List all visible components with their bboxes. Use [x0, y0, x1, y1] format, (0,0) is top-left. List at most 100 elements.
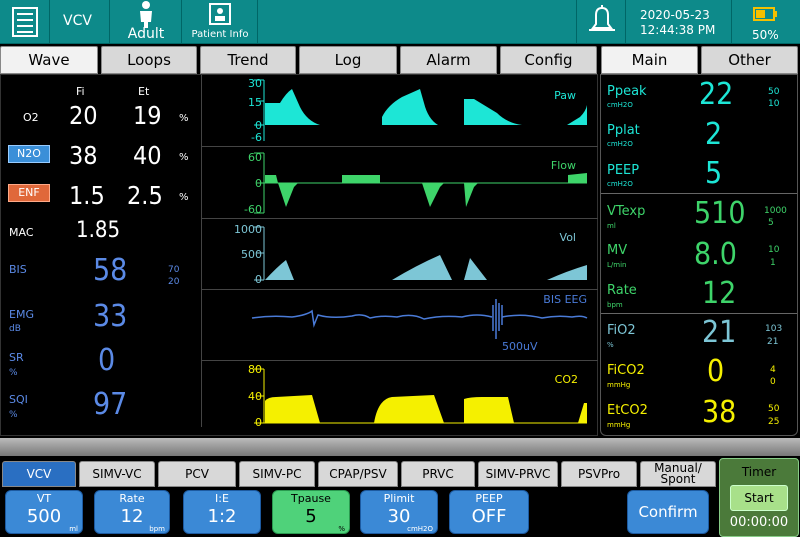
- rate-label: Rate: [607, 283, 637, 298]
- mv-value: 8.0: [694, 237, 737, 272]
- vtexp-value: 510: [694, 196, 746, 231]
- tab-trend[interactable]: Trend: [200, 46, 296, 74]
- pplat-unit: cmH2O: [607, 140, 633, 148]
- mv-label: MV: [607, 243, 628, 258]
- main-values-panel: Ppeak cmH2O 22 50 10 Pplat cmH2O 2 PEEP …: [600, 74, 798, 436]
- mode-tab-prvc[interactable]: PRVC: [401, 461, 475, 487]
- mode-tab-psvpro[interactable]: PSVPro: [561, 461, 637, 487]
- mv-high-limit: 10: [768, 245, 780, 255]
- patient-info-label: Patient Info: [191, 29, 249, 40]
- etco2-unit: mmHg: [607, 421, 631, 429]
- param-vt-unit: ml: [69, 525, 78, 533]
- flow-label: Flow: [551, 159, 576, 172]
- fio2-unit: %: [607, 341, 614, 349]
- flow-tick-neg60: -60: [244, 203, 262, 216]
- vtexp-label: VTexp: [607, 204, 646, 219]
- enf-et-value: 2.5: [127, 181, 163, 210]
- ppeak-low-limit: 10: [768, 99, 780, 109]
- timer-start-button[interactable]: Start: [730, 485, 788, 511]
- tab-loops[interactable]: Loops: [101, 46, 197, 74]
- n2o-unit: %: [179, 152, 189, 163]
- mode-tab-pcv[interactable]: PCV: [158, 461, 236, 487]
- mv-low-limit: 1: [770, 258, 776, 268]
- peep-value: 5: [705, 156, 723, 191]
- param-rate-value: 12: [120, 506, 144, 527]
- bis-value: 58: [93, 253, 128, 288]
- n2o-label: N2O: [8, 145, 50, 163]
- wave-panel: Fi Et O2 20 19 % N2O 38 40 % ENF 1.5 2.5…: [0, 74, 598, 436]
- menu-button[interactable]: [0, 0, 50, 44]
- bell-icon: [589, 5, 615, 31]
- timer-label: Timer: [741, 465, 777, 479]
- paw-label: Paw: [554, 89, 576, 102]
- tab-main[interactable]: Main: [601, 46, 698, 74]
- param-tpause[interactable]: Tpause 5 %: [272, 490, 350, 534]
- param-plimit-label: Plimit: [383, 492, 415, 505]
- ventilator-screen: VCV Adult Patient Info 2020-05-23 12:44:…: [0, 0, 800, 537]
- timer-value: 00:00:00: [729, 515, 789, 530]
- pplat-label: Pplat: [607, 123, 640, 138]
- alarm-bell-button[interactable]: [576, 0, 626, 44]
- et-header: Et: [138, 85, 150, 98]
- param-ie[interactable]: I:E 1:2: [183, 490, 261, 534]
- paw-tick-15: 15: [248, 96, 262, 109]
- confirm-button[interactable]: Confirm: [627, 490, 709, 534]
- fio2-low-limit: 21: [767, 337, 779, 347]
- emg-unit: dB: [9, 324, 21, 334]
- ppeak-label: Ppeak: [607, 84, 647, 99]
- time-text: 12:44:38 PM: [640, 23, 716, 37]
- top-bar: VCV Adult Patient Info 2020-05-23 12:44:…: [0, 0, 800, 44]
- mode-tab-cpap-psv[interactable]: CPAP/PSV: [318, 461, 398, 487]
- emg-label: EMG: [9, 308, 34, 321]
- mode-tab-simv-pc[interactable]: SIMV-PC: [239, 461, 315, 487]
- vtexp-low-limit: 5: [768, 218, 774, 228]
- mode-tab-manual-spont[interactable]: Manual/ Spont: [640, 461, 716, 487]
- etco2-low-limit: 25: [768, 417, 780, 427]
- tab-alarm[interactable]: Alarm: [400, 46, 497, 74]
- sqi-unit: %: [9, 410, 18, 420]
- ppeak-value: 22: [699, 77, 734, 112]
- ppeak-unit: cmH2O: [607, 101, 633, 109]
- param-tpause-unit: %: [338, 525, 345, 533]
- param-plimit-unit: cmH2O: [407, 525, 433, 533]
- param-plimit[interactable]: Plimit 30 cmH2O: [360, 490, 438, 534]
- mode-indicator[interactable]: VCV: [50, 0, 110, 44]
- param-vt[interactable]: VT 500 ml: [5, 490, 83, 534]
- param-plimit-value: 30: [387, 506, 411, 527]
- param-tpause-label: Tpause: [291, 492, 331, 505]
- mode-tab-vcv[interactable]: VCV: [2, 461, 76, 487]
- tab-log[interactable]: Log: [299, 46, 397, 74]
- mv-unit: L/min: [607, 261, 627, 269]
- panel-separator[interactable]: [0, 438, 800, 456]
- bis-eeg-scale: 500uV: [502, 340, 538, 353]
- paw-tick-30: 30: [248, 77, 262, 90]
- rate-value: 12: [702, 276, 737, 311]
- param-peep[interactable]: PEEP OFF: [449, 490, 529, 534]
- date-text: 2020-05-23: [640, 8, 710, 22]
- patient-info-button[interactable]: Patient Info: [182, 0, 258, 44]
- n2o-fi-value: 38: [69, 141, 98, 170]
- param-peep-value: OFF: [471, 506, 507, 527]
- param-rate-label: Rate: [119, 492, 145, 505]
- ppeak-high-limit: 50: [768, 87, 780, 97]
- param-tpause-value: 5: [305, 506, 317, 527]
- vtexp-high-limit: 1000: [764, 206, 787, 216]
- peep-label: PEEP: [607, 163, 640, 178]
- patient-type-button[interactable]: Adult: [110, 0, 182, 44]
- tab-other[interactable]: Other: [701, 46, 798, 74]
- vol-tick-1000: 1000: [234, 223, 262, 236]
- bis-label: BIS: [9, 263, 27, 276]
- vol-label: Vol: [560, 231, 576, 244]
- n2o-et-value: 40: [133, 141, 162, 170]
- fico2-label: FiCO2: [607, 363, 645, 378]
- tab-config[interactable]: Config: [500, 46, 597, 74]
- fio2-high-limit: 103: [765, 324, 783, 334]
- emg-value: 33: [93, 299, 128, 334]
- param-rate[interactable]: Rate 12 bpm: [94, 490, 170, 534]
- fico2-low-limit: 0: [770, 377, 776, 387]
- tab-wave[interactable]: Wave: [0, 46, 98, 74]
- fico2-unit: mmHg: [607, 381, 631, 389]
- vol-tick-500: 500: [241, 248, 262, 261]
- mode-tab-simv-prvc[interactable]: SIMV-PRVC: [478, 461, 558, 487]
- mode-tab-simv-vc[interactable]: SIMV-VC: [79, 461, 155, 487]
